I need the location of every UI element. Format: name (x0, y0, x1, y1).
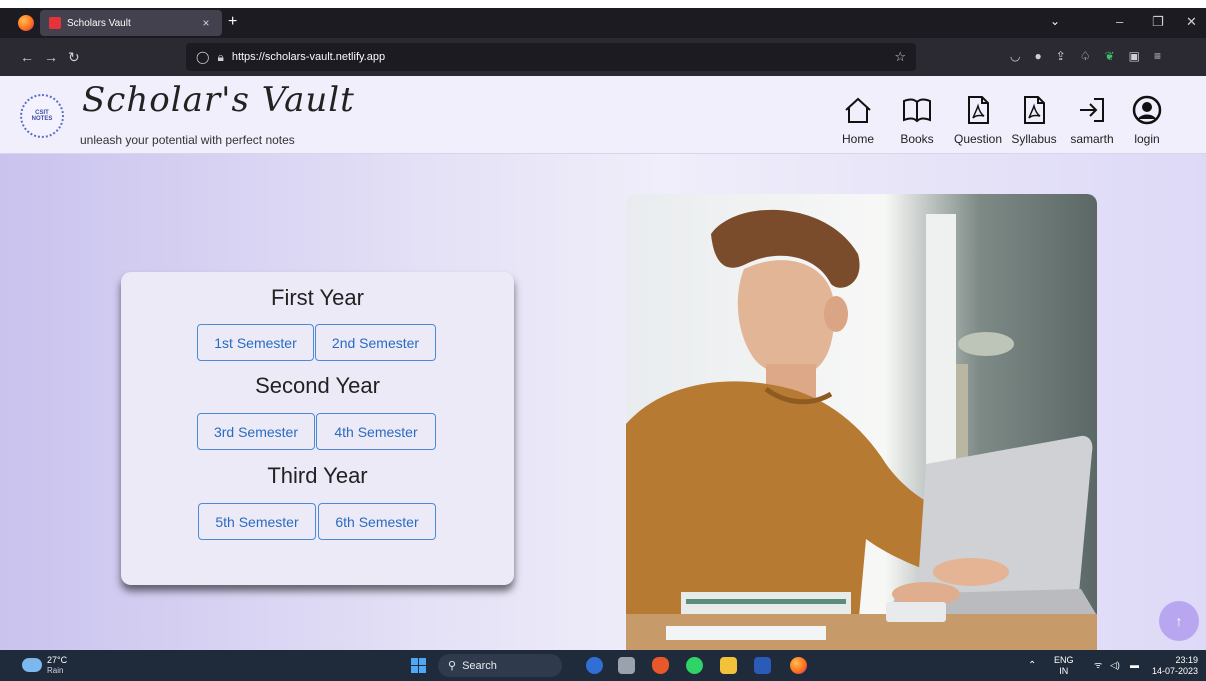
clock-date: 14-07-2023 (1151, 666, 1198, 676)
pocket-icon[interactable]: ◡ (1010, 49, 1020, 63)
browser-tab-bar: Scholars Vault × + ⌄ – ❐ ✕ (0, 8, 1206, 38)
scroll-to-top-button[interactable]: ↑ (1159, 601, 1199, 641)
share-icon[interactable]: ⇪ (1056, 49, 1066, 63)
browser-nav-bar: ← → ↻ ◯ 🔒︎ https://scholars-vault.netlif… (0, 38, 1206, 76)
site-title[interactable]: Scholar's Vault (82, 80, 355, 120)
nav-samarth[interactable]: samarth (1062, 94, 1122, 146)
semester-6-button[interactable]: 6th Semester (318, 503, 436, 540)
tray-chevron-icon[interactable]: ⌃ (1028, 660, 1036, 671)
year-title-first: First Year (271, 285, 364, 310)
nav-login-label: login (1134, 132, 1160, 146)
wifi-icon[interactable]: ᯤ (1094, 660, 1102, 671)
minimize-button[interactable]: – (1116, 14, 1123, 29)
windows-start-icon[interactable] (411, 658, 426, 673)
nav-syllabus[interactable]: Syllabus (1006, 94, 1062, 146)
tracking-shield-icon[interactable]: ◯ (196, 50, 209, 64)
nav-books[interactable]: Books (884, 94, 950, 146)
nav-syllabus-label: Syllabus (1011, 132, 1057, 146)
pdf-icon (1024, 96, 1045, 124)
semester-4-button[interactable]: 4th Semester (316, 413, 436, 450)
pdf-icon (968, 96, 989, 124)
url-bar[interactable]: ◯ 🔒︎ https://scholars-vault.netlify.app … (186, 43, 916, 71)
site-header: CSIT NOTES Scholar's Vault unleash your … (0, 76, 1206, 154)
clock-time: 23:19 (1175, 655, 1198, 665)
logo-text: CSIT NOTES (31, 110, 53, 122)
menu-icon[interactable]: ≡ (1154, 49, 1161, 63)
browser-toolbar-icons: ◡ ● ⇪ ♤ ❦ ▣ ≡ (1010, 49, 1161, 63)
battery-icon[interactable]: ▬ (1130, 660, 1139, 671)
volume-icon[interactable]: ◁) (1110, 660, 1120, 671)
taskbar-word-icon[interactable] (754, 657, 771, 674)
site-tagline: unleash your potential with perfect note… (80, 133, 295, 147)
extension-green-icon[interactable]: ❦ (1105, 49, 1115, 63)
extension-n-icon[interactable]: ▣ (1129, 49, 1140, 63)
tab-list-button[interactable]: ⌄ (1050, 14, 1060, 28)
year-title-second: Second Year (255, 373, 380, 398)
main-content: First Year 1st Semester 2nd Semester Sec… (0, 154, 1206, 650)
browser-tab[interactable]: Scholars Vault × (40, 10, 222, 36)
search-icon: ⚲ (448, 660, 457, 672)
taskbar-search-label: Search (462, 659, 497, 672)
nav-home[interactable]: Home (832, 94, 884, 146)
forward-arrow-icon[interactable]: → (44, 49, 58, 65)
reload-icon[interactable]: ↻ (68, 49, 80, 66)
taskbar-brave-icon[interactable] (652, 657, 669, 674)
semester-1-button[interactable]: 1st Semester (197, 324, 314, 361)
tab-favicon-icon (49, 17, 61, 29)
nav-books-label: Books (900, 132, 934, 146)
language-bottom: IN (1059, 666, 1069, 676)
taskbar-file-explorer-icon[interactable] (720, 657, 737, 674)
taskbar-app-d-icon[interactable] (586, 657, 603, 674)
logo-icon[interactable]: CSIT NOTES (20, 94, 64, 138)
lock-icon[interactable]: 🔒︎ (217, 50, 223, 65)
nav-question-label: Question (953, 132, 1003, 146)
maximize-button[interactable]: ❐ (1152, 14, 1164, 30)
extension-p-icon[interactable]: ● (1034, 49, 1041, 63)
sign-in-icon (1080, 98, 1104, 122)
nav-samarth-label: samarth (1070, 132, 1114, 146)
semester-2-button[interactable]: 2nd Semester (315, 324, 436, 361)
taskbar-firefox-icon[interactable] (790, 657, 807, 674)
windows-taskbar: 27°C Rain ⚲ Search ⌃ ENG IN ᯤ ◁) ▬ 23:19… (0, 650, 1206, 681)
nav-home-label: Home (841, 132, 874, 146)
url-text[interactable]: https://scholars-vault.netlify.app (232, 51, 385, 63)
book-icon (903, 98, 931, 123)
screen: Scholars Vault × + ⌄ – ❐ ✕ ← → ↻ ◯ 🔒︎ ht… (0, 0, 1206, 681)
tab-title: Scholars Vault (67, 17, 131, 29)
tab-close-icon[interactable]: × (198, 16, 214, 30)
weather-description[interactable]: Rain (47, 666, 63, 675)
student-photo (626, 194, 1097, 650)
new-tab-button[interactable]: + (228, 13, 237, 31)
clock[interactable]: 23:19 14-07-2023 (1146, 655, 1198, 677)
language-indicator[interactable]: ENG IN (1054, 655, 1074, 677)
weather-temperature[interactable]: 27°C (47, 655, 67, 665)
notification-icon[interactable]: ♤ (1080, 49, 1091, 63)
bookmark-star-icon[interactable]: ☆ (894, 49, 906, 65)
nav-question[interactable]: Question (950, 94, 1006, 146)
language-top: ENG (1054, 655, 1074, 665)
user-circle-icon (1132, 95, 1162, 125)
semester-5-button[interactable]: 5th Semester (198, 503, 316, 540)
site-nav: Home Books Question Syllabus samarth log… (832, 94, 1172, 146)
firefox-logo-icon (18, 15, 34, 31)
back-arrow-icon[interactable]: ← (20, 49, 34, 65)
year-title-third: Third Year (267, 463, 368, 488)
semester-3-button[interactable]: 3rd Semester (197, 413, 315, 450)
home-icon (845, 97, 871, 123)
weather-rain-icon[interactable] (22, 658, 42, 672)
taskbar-search[interactable]: ⚲ Search (438, 654, 562, 677)
taskbar-task-view-icon[interactable] (618, 657, 635, 674)
year-selector-card: First Year 1st Semester 2nd Semester Sec… (121, 272, 514, 585)
nav-login[interactable]: login (1122, 94, 1172, 146)
taskbar-whatsapp-icon[interactable] (686, 657, 703, 674)
student-illustration (626, 194, 1097, 650)
close-window-button[interactable]: ✕ (1186, 14, 1197, 30)
